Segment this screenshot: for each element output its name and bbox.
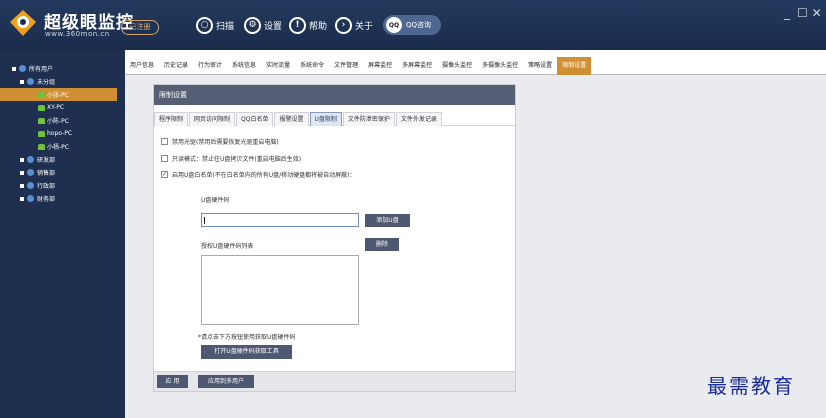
tree-item-user[interactable]: XY-PC xyxy=(0,101,125,114)
subtab-file-outbound-log[interactable]: 文件外发记录 xyxy=(395,112,442,126)
expand-icon xyxy=(12,66,16,71)
apply-to-multiple-users-button[interactable]: 应用到多用户 xyxy=(198,375,254,388)
authorized-list-label: 授权U盘硬件码列表 xyxy=(201,243,254,250)
tab-history[interactable]: 历史记录 xyxy=(159,57,193,75)
tree-item-user[interactable]: 小陈-PC xyxy=(0,114,125,127)
checkbox[interactable] xyxy=(161,137,168,145)
open-usb-tool-button[interactable]: 打开U盘硬件码获取工具 xyxy=(201,345,292,359)
group-icon xyxy=(27,156,34,163)
user-icon xyxy=(38,130,45,137)
tab-policy-settings[interactable]: 策略设置 xyxy=(523,57,557,75)
subtab-usb-restriction[interactable]: U盘限制 xyxy=(309,112,342,126)
user-icon xyxy=(38,91,45,98)
option-usb-whitelist[interactable]: ✓ 启用U盘白名单(不在白名单内的所有U盘/移动硬盘都将被自动屏蔽)： xyxy=(161,169,356,179)
option-readonly-mode[interactable]: 只读模式：禁止往U盘拷贝文件(重启电脑后生效) xyxy=(161,153,301,163)
user-icon xyxy=(38,143,45,150)
tab-multi-camera[interactable]: 多摄像头监控 xyxy=(477,57,523,75)
usb-code-label: U盘硬件码 xyxy=(201,197,230,204)
tab-file-manager[interactable]: 文件管理 xyxy=(329,57,363,75)
expand-icon xyxy=(20,196,24,201)
qq-icon: QQ xyxy=(386,17,402,33)
minimize-button[interactable]: _ xyxy=(784,6,790,20)
panel-footer: 应 用 应用到多用户 xyxy=(154,371,515,391)
main-tab-bar: 用户信息 历史记录 行为审计 系统信息 实时流量 系统命令 文件管理 屏幕监控 … xyxy=(125,57,826,75)
usb-code-input[interactable] xyxy=(201,213,359,227)
info-icon: › xyxy=(335,16,352,34)
checkbox-checked[interactable]: ✓ xyxy=(161,170,168,178)
title-bar: 超级眼监控 www.360mon.cn 已注册 ○ 扫描 ⚙ 设置 ! 帮助 ›… xyxy=(0,0,826,50)
tab-screen-monitor[interactable]: 屏幕监控 xyxy=(363,57,397,75)
subtab-web-restriction[interactable]: 网页访问限制 xyxy=(189,112,236,126)
registered-badge[interactable]: 已注册 xyxy=(121,20,159,35)
hint-text: *请点击下方按钮使用获取U盘硬件码 xyxy=(198,334,296,341)
tree-item-rd[interactable]: 研发部 xyxy=(0,153,125,166)
user-icon xyxy=(38,104,45,111)
tree-item-admin[interactable]: 行政部 xyxy=(0,179,125,192)
app-logo-icon xyxy=(10,10,36,36)
subtab-qq-whitelist[interactable]: QQ白名单 xyxy=(236,112,274,126)
apply-button[interactable]: 应 用 xyxy=(157,375,188,388)
delete-button[interactable]: 删除 xyxy=(365,238,399,251)
checkbox[interactable] xyxy=(161,154,168,162)
subtab-alarm-settings[interactable]: 报警设置 xyxy=(274,112,309,126)
expand-icon xyxy=(20,170,24,175)
tab-user-info[interactable]: 用户信息 xyxy=(125,57,159,75)
option-disable-cdrom[interactable]: 禁用光驱(禁用后需要恢复光驱重启电脑) xyxy=(161,136,279,146)
panel-subtabs: 程序限制 网页访问限制 QQ白名单 报警设置 U盘限制 文件防泄密保护 文件外发… xyxy=(154,112,515,126)
scan-button[interactable]: ○ 扫描 xyxy=(196,15,234,35)
main-content: 限制设置 程序限制 网页访问限制 QQ白名单 报警设置 U盘限制 文件防泄密保护… xyxy=(125,75,826,418)
help-icon: ! xyxy=(289,16,306,34)
tab-system-command[interactable]: 系统命令 xyxy=(295,57,329,75)
watermark-text: 最需教育 xyxy=(707,374,795,398)
tree-item-user[interactable]: 小杨-PC xyxy=(0,140,125,153)
tab-realtime-traffic[interactable]: 实时流量 xyxy=(261,57,295,75)
help-button[interactable]: ! 帮助 xyxy=(289,15,327,35)
tab-camera-monitor[interactable]: 摄像头监控 xyxy=(437,57,477,75)
group-icon xyxy=(27,78,34,85)
tab-behavior-audit[interactable]: 行为审计 xyxy=(193,57,227,75)
expand-icon xyxy=(20,183,24,188)
subtab-program-restriction[interactable]: 程序限制 xyxy=(154,112,189,126)
settings-button[interactable]: ⚙ 设置 xyxy=(244,15,282,35)
window-controls[interactable]: ☐ ✕ xyxy=(797,6,822,20)
search-icon: ○ xyxy=(196,16,213,34)
about-button[interactable]: › 关于 xyxy=(335,15,373,35)
tree-item-sales[interactable]: 销售部 xyxy=(0,166,125,179)
expand-icon xyxy=(20,79,24,84)
subtab-file-protection[interactable]: 文件防泄密保护 xyxy=(342,112,395,126)
add-usb-button[interactable]: 添加U盘 xyxy=(365,214,410,227)
user-tree-sidebar: 所有用户 未分组 小张-PC XY-PC 小陈-PC hopo-PC 小杨-PC… xyxy=(0,50,125,418)
authorized-usb-list[interactable] xyxy=(201,255,359,325)
tree-item-user-selected[interactable]: 小张-PC xyxy=(0,88,117,101)
gear-icon: ⚙ xyxy=(244,16,261,34)
qq-consult-button[interactable]: QQ QQ咨询 xyxy=(383,15,441,35)
group-icon xyxy=(27,169,34,176)
tree-item-user[interactable]: hopo-PC xyxy=(0,127,125,140)
tab-restriction-settings[interactable]: 限制设置 xyxy=(557,57,592,75)
user-icon xyxy=(38,117,45,124)
expand-icon xyxy=(20,157,24,162)
group-icon xyxy=(27,182,34,189)
panel-title: 限制设置 xyxy=(154,85,515,105)
group-icon xyxy=(27,195,34,202)
tab-system-info[interactable]: 系统信息 xyxy=(227,57,261,75)
tree-item-finance[interactable]: 财务部 xyxy=(0,192,125,205)
tree-item-ungrouped[interactable]: 未分组 xyxy=(0,75,125,88)
tree-item-all-users[interactable]: 所有用户 xyxy=(0,62,125,75)
group-icon xyxy=(19,65,26,72)
brand-url: www.360mon.cn xyxy=(45,30,110,38)
restriction-panel: 限制设置 程序限制 网页访问限制 QQ白名单 报警设置 U盘限制 文件防泄密保护… xyxy=(153,84,516,392)
tab-multi-screen[interactable]: 多屏幕监控 xyxy=(397,57,437,75)
